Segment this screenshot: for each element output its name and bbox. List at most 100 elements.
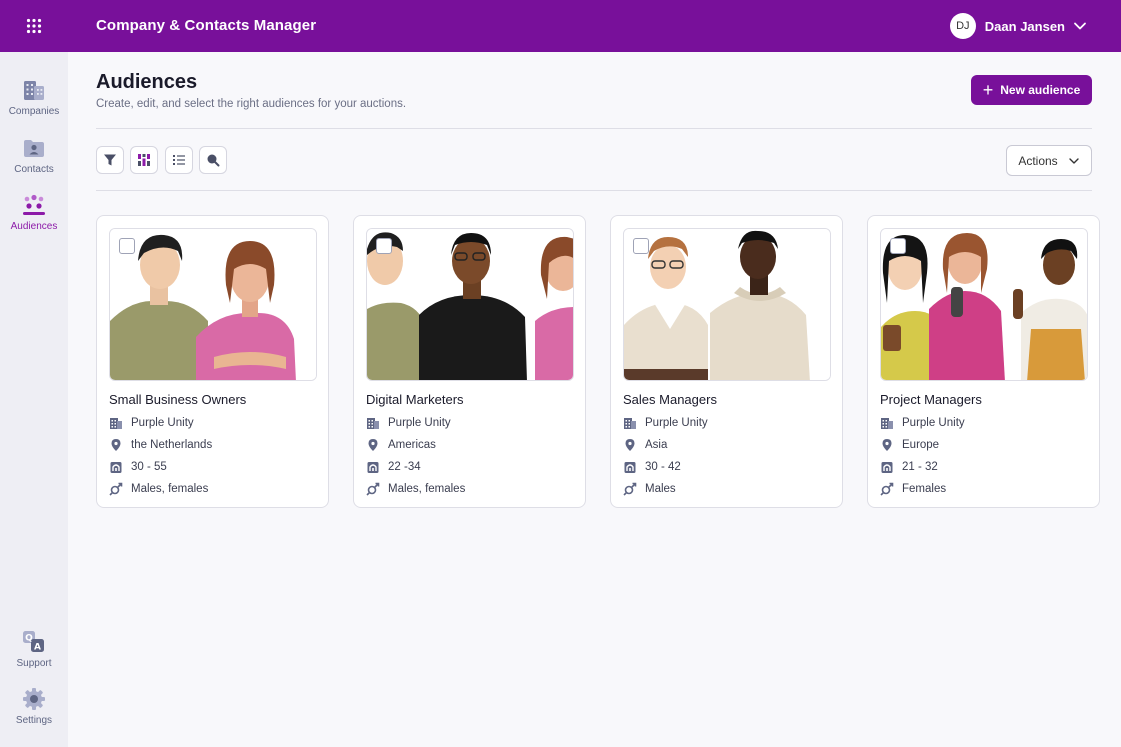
gender-icon bbox=[366, 482, 380, 496]
user-name: Daan Jansen bbox=[984, 18, 1065, 34]
page-title: Audiences bbox=[96, 71, 198, 93]
building-icon bbox=[24, 81, 44, 100]
list-view-button[interactable] bbox=[165, 146, 193, 174]
audience-image bbox=[109, 228, 317, 381]
gender-label: Males, females bbox=[388, 483, 466, 495]
audience-age: 30 - 42 bbox=[623, 460, 681, 474]
sidebar-item-label: Companies bbox=[8, 106, 60, 117]
audience-gender: Females bbox=[880, 482, 946, 496]
avatar: DJ bbox=[949, 13, 976, 39]
plus-icon: + bbox=[982, 80, 994, 100]
app-title: Company & Contacts Manager bbox=[96, 17, 317, 34]
page-subtitle: Create, edit, and select the right audie… bbox=[96, 98, 407, 110]
gear-icon bbox=[23, 688, 45, 710]
age-icon bbox=[881, 462, 893, 473]
company-label: Purple Unity bbox=[388, 417, 451, 429]
gender-label: Females bbox=[902, 483, 947, 495]
age-label: 30 - 55 bbox=[131, 461, 167, 473]
new-audience-button[interactable]: + New audience bbox=[971, 75, 1092, 105]
sidebar-item-label: Support bbox=[16, 658, 52, 669]
chevron-down-icon bbox=[1068, 157, 1079, 164]
audience-image bbox=[366, 228, 574, 381]
select-checkbox[interactable] bbox=[376, 238, 392, 254]
location-label: the Netherlands bbox=[131, 439, 213, 451]
filter-button[interactable] bbox=[96, 146, 124, 174]
sidebar-item-companies[interactable]: Companies bbox=[0, 78, 68, 128]
audience-company: Purple Unity bbox=[109, 416, 194, 430]
gender-icon bbox=[880, 482, 894, 496]
sidebar-item-contacts[interactable]: Contacts bbox=[0, 136, 68, 186]
audience-image bbox=[880, 228, 1088, 381]
audience-age: 21 - 32 bbox=[880, 460, 938, 474]
divider bbox=[96, 190, 1092, 191]
audience-card[interactable]: Digital Marketers Purple Unity Americas … bbox=[353, 215, 586, 508]
gender-icon bbox=[623, 482, 637, 496]
audience-age: 22 -34 bbox=[366, 460, 421, 474]
sidebar: Companies Contacts Audiences Q A Support bbox=[0, 52, 68, 747]
sidebar-item-label: Contacts bbox=[14, 164, 54, 175]
building-icon bbox=[881, 418, 893, 429]
age-icon bbox=[110, 462, 122, 473]
audience-card[interactable]: Project Managers Purple Unity Europe 21 … bbox=[867, 215, 1100, 508]
grid-view-button[interactable] bbox=[130, 146, 158, 174]
audience-location: Europe bbox=[880, 438, 939, 452]
user-menu[interactable]: DJ Daan Jansen bbox=[949, 13, 1087, 39]
sidebar-item-label: Audiences bbox=[10, 221, 58, 232]
audience-location: Asia bbox=[623, 438, 667, 452]
age-label: 22 -34 bbox=[388, 461, 421, 473]
grid-view-icon bbox=[138, 154, 150, 166]
building-icon bbox=[110, 418, 122, 429]
sidebar-item-support[interactable]: Q A Support bbox=[0, 630, 68, 680]
filter-icon bbox=[104, 154, 116, 166]
location-pin-icon bbox=[368, 439, 378, 451]
age-icon bbox=[624, 462, 636, 473]
gender-label: Males bbox=[645, 483, 676, 495]
sidebar-item-label: Settings bbox=[15, 715, 53, 726]
select-checkbox[interactable] bbox=[119, 238, 135, 254]
audience-company: Purple Unity bbox=[623, 416, 708, 430]
audience-location: the Netherlands bbox=[109, 438, 212, 452]
audience-gender: Males, females bbox=[366, 482, 465, 496]
audience-gender: Males bbox=[623, 482, 676, 496]
svg-text:A: A bbox=[34, 643, 41, 653]
audience-company: Purple Unity bbox=[366, 416, 451, 430]
actions-label: Actions bbox=[1018, 153, 1058, 168]
chevron-down-icon bbox=[1074, 22, 1086, 30]
location-label: Europe bbox=[902, 439, 940, 451]
company-label: Purple Unity bbox=[645, 417, 708, 429]
gender-label: Males, females bbox=[131, 483, 209, 495]
top-bar: Company & Contacts Manager DJ Daan Janse… bbox=[0, 0, 1121, 52]
sidebar-item-audiences[interactable]: Audiences bbox=[0, 193, 68, 243]
audience-location: Americas bbox=[366, 438, 436, 452]
actions-dropdown[interactable]: Actions bbox=[1006, 145, 1092, 176]
search-icon bbox=[207, 154, 220, 167]
audience-icon bbox=[23, 194, 45, 215]
new-audience-label: New audience bbox=[1000, 83, 1081, 97]
audience-card[interactable]: Small Business Owners Purple Unity the N… bbox=[96, 215, 329, 508]
audience-company: Purple Unity bbox=[880, 416, 965, 430]
company-label: Purple Unity bbox=[902, 417, 965, 429]
audience-image bbox=[623, 228, 831, 381]
app-launcher-button[interactable] bbox=[0, 0, 68, 52]
audience-name: Digital Marketers bbox=[366, 392, 464, 407]
select-checkbox[interactable] bbox=[633, 238, 649, 254]
select-checkbox[interactable] bbox=[890, 238, 906, 254]
list-icon bbox=[173, 155, 185, 165]
contact-folder-icon bbox=[24, 140, 44, 157]
support-qa-icon: Q A bbox=[23, 631, 44, 653]
search-button[interactable] bbox=[199, 146, 227, 174]
audience-name: Small Business Owners bbox=[109, 392, 247, 407]
svg-text:Q: Q bbox=[25, 634, 33, 644]
sidebar-item-settings[interactable]: Settings bbox=[0, 687, 68, 737]
audience-name: Project Managers bbox=[880, 392, 982, 407]
main-content: Audiences Create, edit, and select the r… bbox=[68, 52, 1121, 747]
age-label: 30 - 42 bbox=[645, 461, 681, 473]
audience-card[interactable]: Sales Managers Purple Unity Asia 30 - 42… bbox=[610, 215, 843, 508]
age-icon bbox=[367, 462, 379, 473]
building-icon bbox=[367, 418, 379, 429]
gender-icon bbox=[109, 482, 123, 496]
location-pin-icon bbox=[625, 439, 635, 451]
location-label: Asia bbox=[645, 439, 668, 451]
building-icon bbox=[624, 418, 636, 429]
location-pin-icon bbox=[111, 439, 121, 451]
